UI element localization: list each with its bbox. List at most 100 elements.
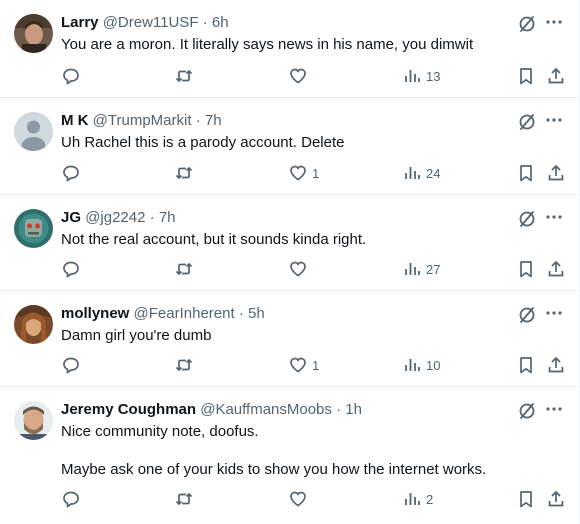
views-button[interactable]: 24 bbox=[402, 162, 440, 184]
share-icon bbox=[546, 259, 566, 279]
tweet-text: Nice community note, doofus. Maybe ask o… bbox=[61, 422, 558, 480]
tweet-header: Larry @Drew11USF · 6h bbox=[61, 13, 508, 33]
avatar[interactable] bbox=[14, 209, 53, 248]
timestamp[interactable]: 7h bbox=[205, 112, 222, 129]
bookmark-button[interactable] bbox=[516, 354, 536, 376]
bookmark-button[interactable] bbox=[516, 258, 536, 280]
like-button[interactable]: 1 bbox=[288, 162, 319, 184]
tweet-header: JG @jg2242 · 7h bbox=[61, 208, 508, 228]
bookmark-button[interactable] bbox=[516, 65, 536, 87]
retweet-button[interactable] bbox=[174, 65, 194, 87]
timestamp[interactable]: 6h bbox=[212, 14, 229, 31]
retweet-icon bbox=[174, 489, 194, 509]
reply-button[interactable] bbox=[61, 65, 81, 87]
avatar[interactable] bbox=[14, 401, 53, 440]
action-bar: 1 10 bbox=[61, 354, 564, 376]
separator-dot: · bbox=[149, 209, 155, 226]
reply-icon bbox=[61, 66, 81, 86]
retweet-icon bbox=[174, 259, 194, 279]
grok-icon[interactable] bbox=[516, 400, 538, 422]
tweet[interactable]: M K @TrumpMarkit · 7h Uh Rachel this is … bbox=[0, 98, 578, 195]
views-icon bbox=[402, 259, 422, 279]
retweet-icon bbox=[174, 355, 194, 375]
timestamp[interactable]: 5h bbox=[248, 305, 265, 322]
tweet[interactable]: JG @jg2242 · 7h Not the real account, bu… bbox=[0, 195, 578, 291]
reply-feed: Larry @Drew11USF · 6h You are a moron. I… bbox=[0, 0, 580, 524]
share-button[interactable] bbox=[546, 162, 566, 184]
like-icon bbox=[288, 259, 308, 279]
views-button[interactable]: 27 bbox=[402, 258, 440, 280]
views-count: 27 bbox=[426, 261, 441, 277]
views-icon bbox=[402, 163, 422, 183]
share-button[interactable] bbox=[546, 258, 566, 280]
views-button[interactable]: 2 bbox=[402, 488, 433, 510]
avatar[interactable] bbox=[14, 305, 53, 344]
reply-button[interactable] bbox=[61, 488, 81, 510]
tweet-text: Uh Rachel this is a parody account. Dele… bbox=[61, 133, 558, 153]
more-icon[interactable] bbox=[544, 207, 564, 227]
separator-dot: · bbox=[336, 401, 342, 418]
user-handle[interactable]: @FearInherent bbox=[134, 305, 235, 322]
more-icon[interactable] bbox=[544, 12, 564, 32]
like-button[interactable] bbox=[288, 258, 312, 280]
display-name[interactable]: Larry bbox=[61, 14, 99, 31]
tweet-text-line: Nice community note, doofus. bbox=[61, 423, 259, 440]
bookmark-button[interactable] bbox=[516, 162, 536, 184]
avatar[interactable] bbox=[14, 14, 53, 53]
like-button[interactable]: 1 bbox=[288, 354, 319, 376]
tweet[interactable]: mollynew @FearInherent · 5h Damn girl yo… bbox=[0, 291, 578, 387]
user-handle[interactable]: @TrumpMarkit bbox=[93, 112, 192, 129]
grok-icon[interactable] bbox=[516, 13, 538, 35]
views-button[interactable]: 10 bbox=[402, 354, 440, 376]
action-bar: 2 bbox=[61, 488, 564, 510]
display-name[interactable]: mollynew bbox=[61, 305, 129, 322]
like-icon bbox=[288, 489, 308, 509]
views-count: 2 bbox=[426, 491, 434, 507]
bookmark-icon bbox=[516, 163, 536, 183]
views-button[interactable]: 13 bbox=[402, 65, 440, 87]
display-name[interactable]: Jeremy Coughman bbox=[61, 401, 196, 418]
reply-button[interactable] bbox=[61, 162, 81, 184]
retweet-icon bbox=[174, 163, 194, 183]
retweet-button[interactable] bbox=[174, 488, 194, 510]
reply-icon bbox=[61, 355, 81, 375]
display-name[interactable]: JG bbox=[61, 209, 81, 226]
more-icon[interactable] bbox=[544, 303, 564, 323]
share-button[interactable] bbox=[546, 65, 566, 87]
grok-icon[interactable] bbox=[516, 304, 538, 326]
more-icon[interactable] bbox=[544, 399, 564, 419]
tweet[interactable]: Jeremy Coughman @KauffmansMoobs · 1h Nic… bbox=[0, 387, 578, 524]
display-name[interactable]: M K bbox=[61, 112, 89, 129]
avatar[interactable] bbox=[14, 112, 53, 151]
reply-button[interactable] bbox=[61, 354, 81, 376]
retweet-button[interactable] bbox=[174, 162, 194, 184]
like-icon bbox=[288, 355, 308, 375]
timestamp[interactable]: 1h bbox=[345, 401, 362, 418]
like-button[interactable] bbox=[288, 488, 312, 510]
views-count: 24 bbox=[426, 165, 441, 181]
retweet-button[interactable] bbox=[174, 258, 194, 280]
tweet-text-line: You are a moron. It literally says news … bbox=[61, 36, 474, 53]
user-handle[interactable]: @Drew11USF bbox=[103, 14, 199, 31]
share-button[interactable] bbox=[546, 354, 566, 376]
views-icon bbox=[402, 489, 422, 509]
like-button[interactable] bbox=[288, 65, 312, 87]
tweet[interactable]: Larry @Drew11USF · 6h You are a moron. I… bbox=[0, 0, 578, 98]
views-icon bbox=[402, 355, 422, 375]
grok-icon[interactable] bbox=[516, 111, 538, 133]
timestamp[interactable]: 7h bbox=[159, 209, 176, 226]
more-icon[interactable] bbox=[544, 110, 564, 130]
action-bar: 27 bbox=[61, 258, 564, 280]
tweet-header: Jeremy Coughman @KauffmansMoobs · 1h bbox=[61, 400, 508, 420]
reply-icon bbox=[61, 163, 81, 183]
retweet-button[interactable] bbox=[174, 354, 194, 376]
separator-dot: · bbox=[195, 112, 201, 129]
grok-icon[interactable] bbox=[516, 208, 538, 230]
share-button[interactable] bbox=[546, 488, 566, 510]
bookmark-button[interactable] bbox=[516, 488, 536, 510]
action-bar: 13 bbox=[61, 65, 564, 87]
user-handle[interactable]: @jg2242 bbox=[85, 209, 145, 226]
like-icon bbox=[288, 66, 308, 86]
reply-button[interactable] bbox=[61, 258, 81, 280]
user-handle[interactable]: @KauffmansMoobs bbox=[200, 401, 332, 418]
